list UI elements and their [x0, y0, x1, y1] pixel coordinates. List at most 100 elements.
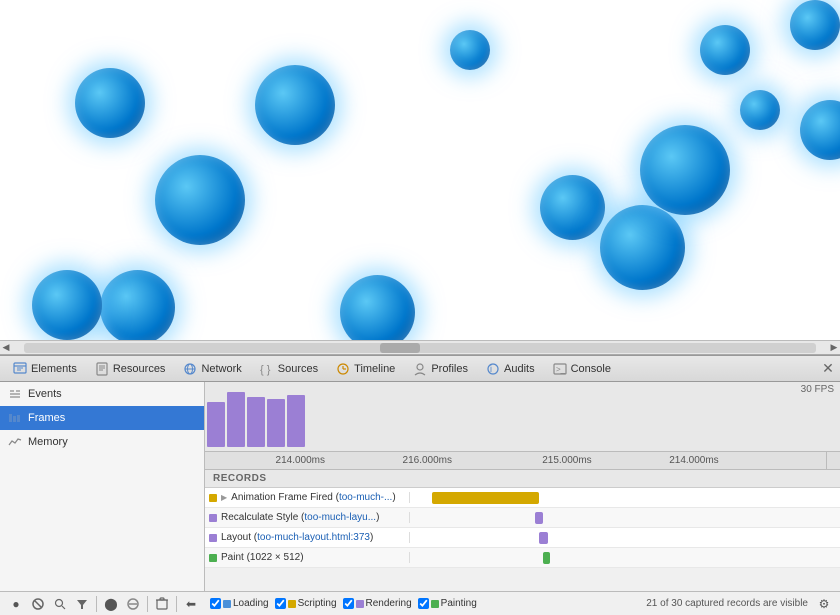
filter-rendering-label: Rendering: [366, 598, 412, 609]
filter-loading-label: Loading: [233, 598, 269, 609]
frame-bar: [227, 392, 245, 447]
filter-rendering-checkbox[interactable]: [343, 598, 354, 609]
frame-bar: [247, 397, 265, 447]
tab-resources[interactable]: Resources: [86, 358, 175, 380]
record-bar: [432, 492, 540, 504]
scroll-left-arrow[interactable]: ◀: [0, 342, 12, 354]
record-color-indicator: [209, 534, 217, 542]
tab-console[interactable]: >_Console: [544, 358, 620, 380]
back-button[interactable]: ⬅: [181, 594, 201, 614]
audits-tab-label: Audits: [504, 363, 535, 375]
tab-elements[interactable]: Elements: [4, 358, 86, 380]
left-panel: Events Frames Memory: [0, 382, 205, 591]
bubble: [32, 270, 102, 340]
filters-area: Loading Scripting Rendering Painting: [207, 598, 480, 609]
record-color-indicator: [209, 554, 217, 562]
svg-text:>_: >_: [556, 365, 566, 374]
tab-sources[interactable]: { } Sources: [251, 358, 327, 380]
bubble: [75, 68, 145, 138]
records-info: 21 of 30 captured records are visible: [646, 598, 808, 609]
record-link[interactable]: too-much-...: [339, 492, 392, 503]
filter-scripting-checkbox[interactable]: [275, 598, 286, 609]
divider: [96, 596, 97, 612]
sources-tab-label: Sources: [278, 363, 318, 375]
network-tab-icon: [183, 362, 197, 376]
svg-text:i: i: [490, 364, 492, 374]
trash-button[interactable]: [152, 594, 172, 614]
ruler-mark: 214.000ms: [669, 455, 718, 466]
filter-painting-checkbox[interactable]: [418, 598, 429, 609]
filter-painting[interactable]: Painting: [418, 598, 477, 609]
record-name: Recalculate Style (too-much-layu...): [221, 512, 379, 523]
status-bar: ● ⬤ ⬅ LoadingScriptingRenderingPainting …: [0, 591, 840, 615]
record-name: Paint (1022 × 512): [221, 552, 304, 563]
bubble: [540, 175, 605, 240]
record-timeline: [410, 508, 840, 527]
settings-button[interactable]: ⚙: [814, 594, 834, 614]
events-sidebar-label: Events: [28, 388, 62, 400]
record-bar: [535, 512, 544, 524]
bubble: [155, 155, 245, 245]
bubble: [450, 30, 490, 70]
right-panel: 30 FPS 214.000ms216.000ms215.000ms214.00…: [205, 382, 840, 591]
record-link[interactable]: too-much-layout.html:373: [257, 532, 370, 543]
frame-bar: [207, 402, 225, 447]
audits-tab-icon: i: [486, 362, 500, 376]
close-devtools-button[interactable]: ✕: [820, 361, 836, 377]
svg-text:{ }: { }: [260, 364, 271, 376]
tab-timeline[interactable]: Timeline: [327, 358, 404, 380]
record-color-indicator: [209, 514, 217, 522]
tab-network[interactable]: Network: [174, 358, 250, 380]
bubble: [790, 0, 840, 50]
viewport-scrollbar[interactable]: ◀ ▶: [0, 340, 840, 354]
filter-scripting-label: Scripting: [298, 598, 337, 609]
filter-painting-label: Painting: [441, 598, 477, 609]
scroll-right-arrow[interactable]: ▶: [828, 342, 840, 354]
expand-button[interactable]: ▶: [221, 493, 227, 502]
tab-audits[interactable]: i Audits: [477, 358, 544, 380]
sidebar-item-memory[interactable]: Memory: [0, 430, 204, 454]
frames-sidebar-icon: [8, 411, 22, 425]
record-button[interactable]: ●: [6, 594, 26, 614]
tab-bar: Elements Resources Network { } Sources Timeli…: [0, 356, 840, 382]
sidebar-item-events[interactable]: Events: [0, 382, 204, 406]
filter-scripting-dot: [288, 600, 296, 608]
viewport: ◀ ▶: [0, 0, 840, 355]
filter-loading-checkbox[interactable]: [210, 598, 221, 609]
bubble: [700, 25, 750, 75]
dot-button[interactable]: ⬤: [101, 594, 121, 614]
frame-bar: [267, 399, 285, 447]
frames-sidebar-label: Frames: [28, 412, 65, 424]
record-link[interactable]: too-much-layu...: [304, 512, 376, 523]
timeline-scrollbar[interactable]: [826, 452, 840, 469]
memory-sidebar-label: Memory: [28, 436, 68, 448]
filter-loading[interactable]: Loading: [210, 598, 269, 609]
scrollbar-thumb[interactable]: [380, 343, 420, 353]
record-timeline: [410, 528, 840, 547]
sidebar-item-frames[interactable]: Frames: [0, 406, 204, 430]
elements-tab-label: Elements: [31, 363, 77, 375]
prohibit-button[interactable]: [123, 594, 143, 614]
tab-profiles[interactable]: Profiles: [404, 358, 477, 380]
ruler-mark: 215.000ms: [542, 455, 591, 466]
records-list: ▶Animation Frame Fired (too-much-...)Rec…: [205, 488, 840, 568]
bubble: [100, 270, 175, 345]
table-row: Layout (too-much-layout.html:373): [205, 528, 840, 548]
search-button[interactable]: [50, 594, 70, 614]
memory-sidebar-icon: [8, 435, 22, 449]
filter-scripting[interactable]: Scripting: [275, 598, 337, 609]
filter-button[interactable]: [72, 594, 92, 614]
filter-rendering[interactable]: Rendering: [343, 598, 412, 609]
sources-tab-icon: { }: [260, 362, 274, 376]
network-tab-label: Network: [201, 363, 241, 375]
record-timeline: [410, 488, 840, 507]
clear-button[interactable]: [28, 594, 48, 614]
timeline-tab-label: Timeline: [354, 363, 395, 375]
bubble-canvas: [0, 0, 840, 340]
timeline-graph: 30 FPS: [205, 382, 840, 452]
bubble: [600, 205, 685, 290]
divider2: [147, 596, 148, 612]
events-sidebar-icon: [8, 387, 22, 401]
devtools-body: Events Frames Memory 30 FPS 214.000ms216.0…: [0, 382, 840, 591]
bubble: [255, 65, 335, 145]
